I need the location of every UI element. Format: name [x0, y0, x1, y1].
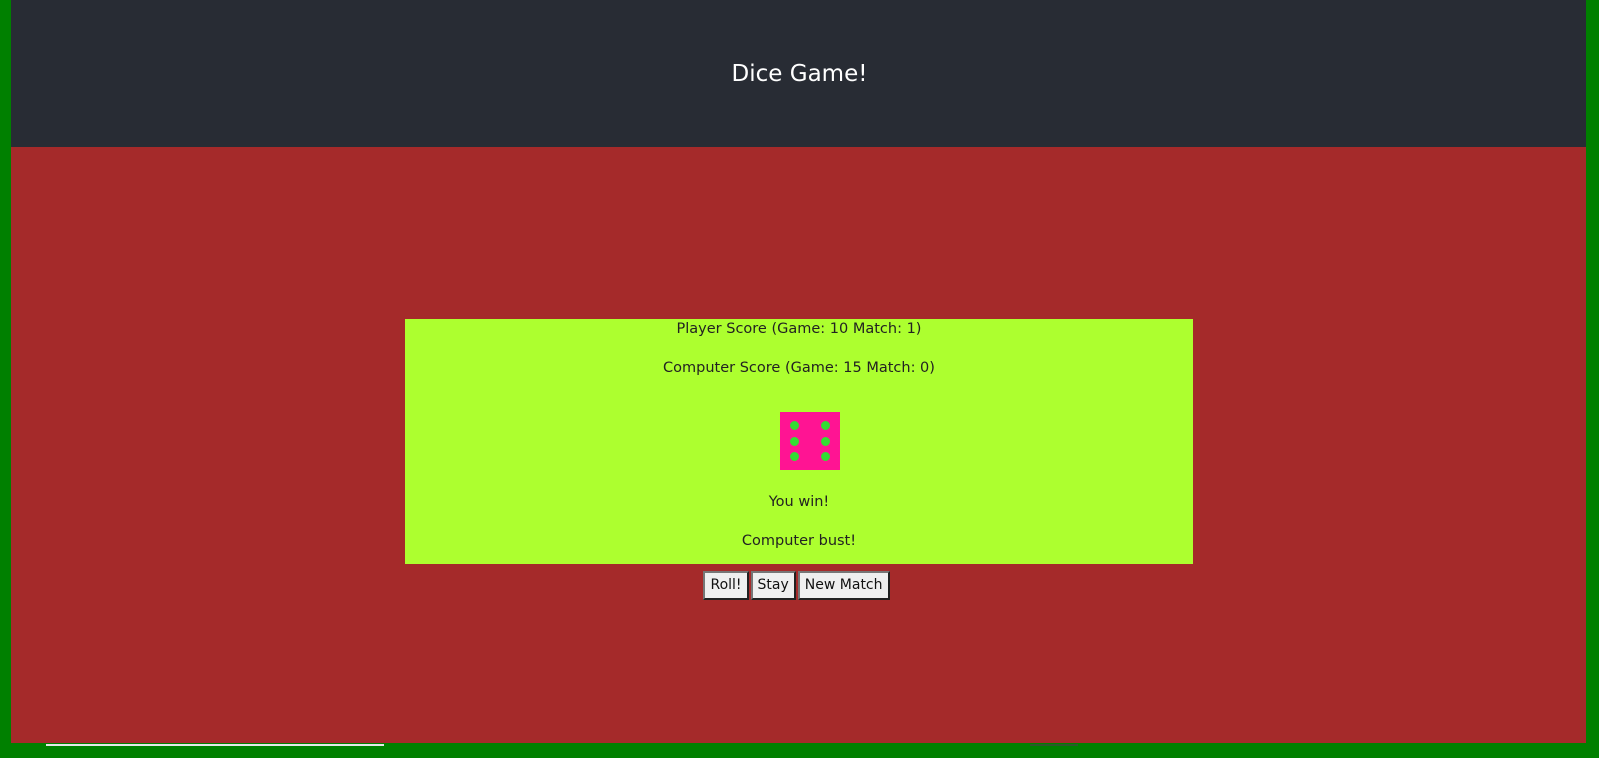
taskbar-highlight [46, 744, 384, 746]
control-bar: Roll! Stay New Match [11, 571, 1586, 600]
bottom-strip [0, 743, 1599, 758]
result-message: You win! [768, 494, 830, 510]
die-pip [790, 437, 799, 446]
score-board: Player Score (Game: 10 Match: 1) Compute… [405, 319, 1193, 564]
page-title: Dice Game! [731, 60, 868, 87]
app-window: Dice Game! Player Score (Game: 10 Match:… [11, 0, 1586, 743]
die-pip [821, 452, 830, 461]
die-face-icon [780, 412, 840, 470]
computer-score: Computer Score (Game: 15 Match: 0) [663, 360, 935, 376]
die-pip [821, 421, 830, 430]
app-header: Dice Game! [11, 0, 1586, 147]
die-pip [821, 437, 830, 446]
roll-button[interactable]: Roll! [703, 571, 749, 600]
stay-button[interactable]: Stay [750, 571, 796, 600]
die-pip [790, 452, 799, 461]
die-pip [790, 421, 799, 430]
player-score: Player Score (Game: 10 Match: 1) [676, 321, 922, 337]
detail-message: Computer bust! [741, 533, 857, 549]
game-area: Player Score (Game: 10 Match: 1) Compute… [11, 147, 1586, 743]
taskbar-indicator [1030, 744, 1078, 746]
new-match-button[interactable]: New Match [797, 571, 890, 600]
